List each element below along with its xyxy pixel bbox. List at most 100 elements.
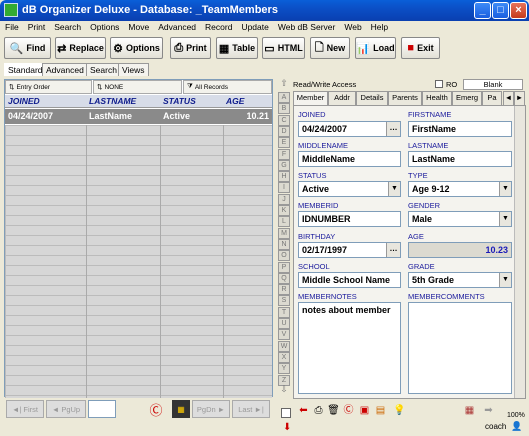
replace-button[interactable]: ⇄ Replace — [55, 37, 106, 59]
copy-record-icon[interactable]: ▣ — [357, 403, 372, 418]
alpha-letter-j[interactable]: J — [278, 193, 290, 205]
html-button[interactable]: ▭ HTML — [262, 37, 305, 59]
menu-advanced[interactable]: Advanced — [153, 21, 200, 32]
menu-web-db-server[interactable]: Web dB Server — [273, 21, 339, 32]
tab-addr[interactable]: Addr — [328, 91, 356, 105]
menu-search[interactable]: Search — [49, 21, 85, 32]
alpha-letter-f[interactable]: F — [278, 148, 290, 160]
menu-record[interactable]: Record — [200, 21, 236, 32]
tab-search[interactable]: Search — [86, 63, 121, 76]
alpha-letter-d[interactable]: D — [278, 125, 290, 137]
forward-arrow-icon[interactable]: ➡ — [481, 403, 496, 418]
date-picker-icon[interactable]: … — [386, 243, 400, 257]
blank-button[interactable]: Blank — [463, 79, 523, 90]
menu-file[interactable]: File — [0, 21, 23, 32]
alpha-letter-u[interactable]: U — [278, 318, 290, 329]
alpha-letter-b[interactable]: B — [278, 103, 290, 115]
membernotes-field[interactable]: notes about member — [298, 302, 401, 394]
alpha-letter-q[interactable]: Q — [278, 272, 290, 284]
down-arrow-icon[interactable]: ⬇ — [283, 422, 291, 433]
menu-help[interactable]: Help — [366, 21, 392, 32]
refresh-icon[interactable]: Ⓒ — [146, 400, 166, 418]
membercomments-field[interactable] — [408, 302, 512, 394]
birthday-field[interactable]: 02/17/1997… — [298, 242, 401, 258]
alpha-letter-p[interactable]: P — [278, 261, 290, 273]
tab-scroll-right-icon[interactable]: ► — [514, 91, 525, 105]
table-button[interactable]: ▦ Table — [216, 37, 258, 59]
menu-update[interactable]: Update — [236, 21, 272, 32]
alpha-letter-x[interactable]: X — [278, 351, 290, 363]
first-button[interactable]: ◄| First — [6, 400, 44, 418]
school-field[interactable]: Middle School Name — [298, 272, 401, 288]
alpha-letter-n[interactable]: N — [278, 238, 290, 250]
alpha-letter-e[interactable]: E — [278, 137, 290, 149]
tab-pa[interactable]: Pa — [482, 91, 502, 105]
alpha-letter-c[interactable]: C — [278, 114, 290, 126]
tab-parents[interactable]: Parents — [388, 91, 422, 105]
tab-emerg[interactable]: Emerg — [452, 91, 482, 105]
sort-entry-order[interactable]: ⇅ Entry Order — [5, 80, 92, 94]
color-grid-icon[interactable]: ▦ — [172, 400, 190, 418]
alpha-letter-s[interactable]: S — [278, 295, 290, 307]
alpha-letter-l[interactable]: L — [278, 216, 290, 228]
col-lastname[interactable]: LASTNAME — [89, 96, 136, 106]
alpha-letter-v[interactable]: V — [278, 329, 290, 341]
menu-web[interactable]: Web — [339, 21, 365, 32]
scroll-up-icon[interactable]: ⇧ — [278, 79, 290, 90]
alpha-letter-w[interactable]: W — [278, 340, 290, 352]
close-button[interactable]: × — [510, 2, 527, 19]
tab-details[interactable]: Details — [356, 91, 388, 105]
load-button[interactable]: 📊 Load — [355, 37, 396, 59]
ro-checkbox[interactable] — [435, 80, 443, 88]
printer-icon[interactable]: ⎙ — [311, 403, 326, 418]
col-status[interactable]: STATUS — [163, 96, 196, 106]
chevron-down-icon[interactable]: ▼ — [499, 273, 511, 287]
alpha-letter-r[interactable]: R — [278, 284, 290, 296]
alpha-letter-h[interactable]: H — [278, 171, 290, 183]
table-row[interactable]: 04/24/2007 LastName Active 10.21 — [5, 109, 272, 124]
chevron-down-icon[interactable]: ▼ — [499, 212, 511, 226]
firstname-field[interactable]: FirstName — [408, 121, 512, 137]
gender-select[interactable]: Male ▼ — [408, 211, 512, 227]
options-button[interactable]: ⚙ Options — [110, 37, 163, 59]
tab-advanced[interactable]: Advanced — [42, 63, 88, 76]
last-button[interactable]: Last ►| — [232, 400, 270, 418]
alpha-letter-a[interactable]: A — [278, 92, 290, 103]
middlename-field[interactable]: MiddleName — [298, 151, 401, 167]
record-number-input[interactable] — [88, 400, 116, 418]
col-joined[interactable]: JOINED — [8, 96, 40, 106]
type-select[interactable]: Age 9-12 ▼ — [408, 181, 512, 197]
lightbulb-icon[interactable]: 💡 — [392, 403, 407, 418]
refresh-icon[interactable]: Ⓒ — [341, 403, 356, 418]
find-button[interactable]: 🔍 Find — [4, 37, 51, 59]
tab-member[interactable]: Member — [293, 91, 328, 106]
col-age[interactable]: AGE — [226, 96, 244, 106]
back-arrow-icon[interactable]: ⬅ — [296, 403, 311, 418]
date-picker-icon[interactable]: … — [386, 122, 400, 136]
alpha-letter-m[interactable]: M — [278, 227, 290, 239]
maximize-button[interactable]: □ — [492, 2, 509, 19]
form-scrollbar[interactable] — [514, 106, 525, 398]
export-icon[interactable]: ▦ — [462, 403, 477, 418]
chevron-down-icon[interactable]: ▼ — [499, 182, 511, 196]
alpha-letter-i[interactable]: I — [278, 182, 290, 194]
menu-options[interactable]: Options — [85, 21, 123, 32]
chevron-down-icon[interactable]: ▼ — [388, 182, 400, 196]
tab-health[interactable]: Health — [422, 91, 452, 105]
pgup-button[interactable]: ◄ PgUp — [46, 400, 86, 418]
print-button[interactable]: ⎙ Print — [170, 37, 211, 59]
grade-select[interactable]: 5th Grade ▼ — [408, 272, 512, 288]
tab-views[interactable]: Views — [118, 63, 149, 76]
select-checkbox[interactable] — [281, 408, 291, 418]
pgdn-button[interactable]: PgDn ► — [192, 400, 230, 418]
alpha-letter-o[interactable]: O — [278, 250, 290, 262]
exit-button[interactable]: ■ Exit — [401, 37, 440, 59]
memberid-field[interactable]: IDNUMBER — [298, 211, 401, 227]
menu-print[interactable]: Print — [23, 21, 49, 32]
sort-none[interactable]: ⇅ NONE — [93, 80, 182, 94]
menu-move[interactable]: Move — [123, 21, 153, 32]
tab-standard[interactable]: Standard — [4, 63, 47, 76]
lastname-field[interactable]: LastName — [408, 151, 512, 167]
tab-scroll-left-icon[interactable]: ◄ — [503, 91, 514, 105]
scroll-down-icon[interactable]: ⇩ — [278, 385, 290, 396]
